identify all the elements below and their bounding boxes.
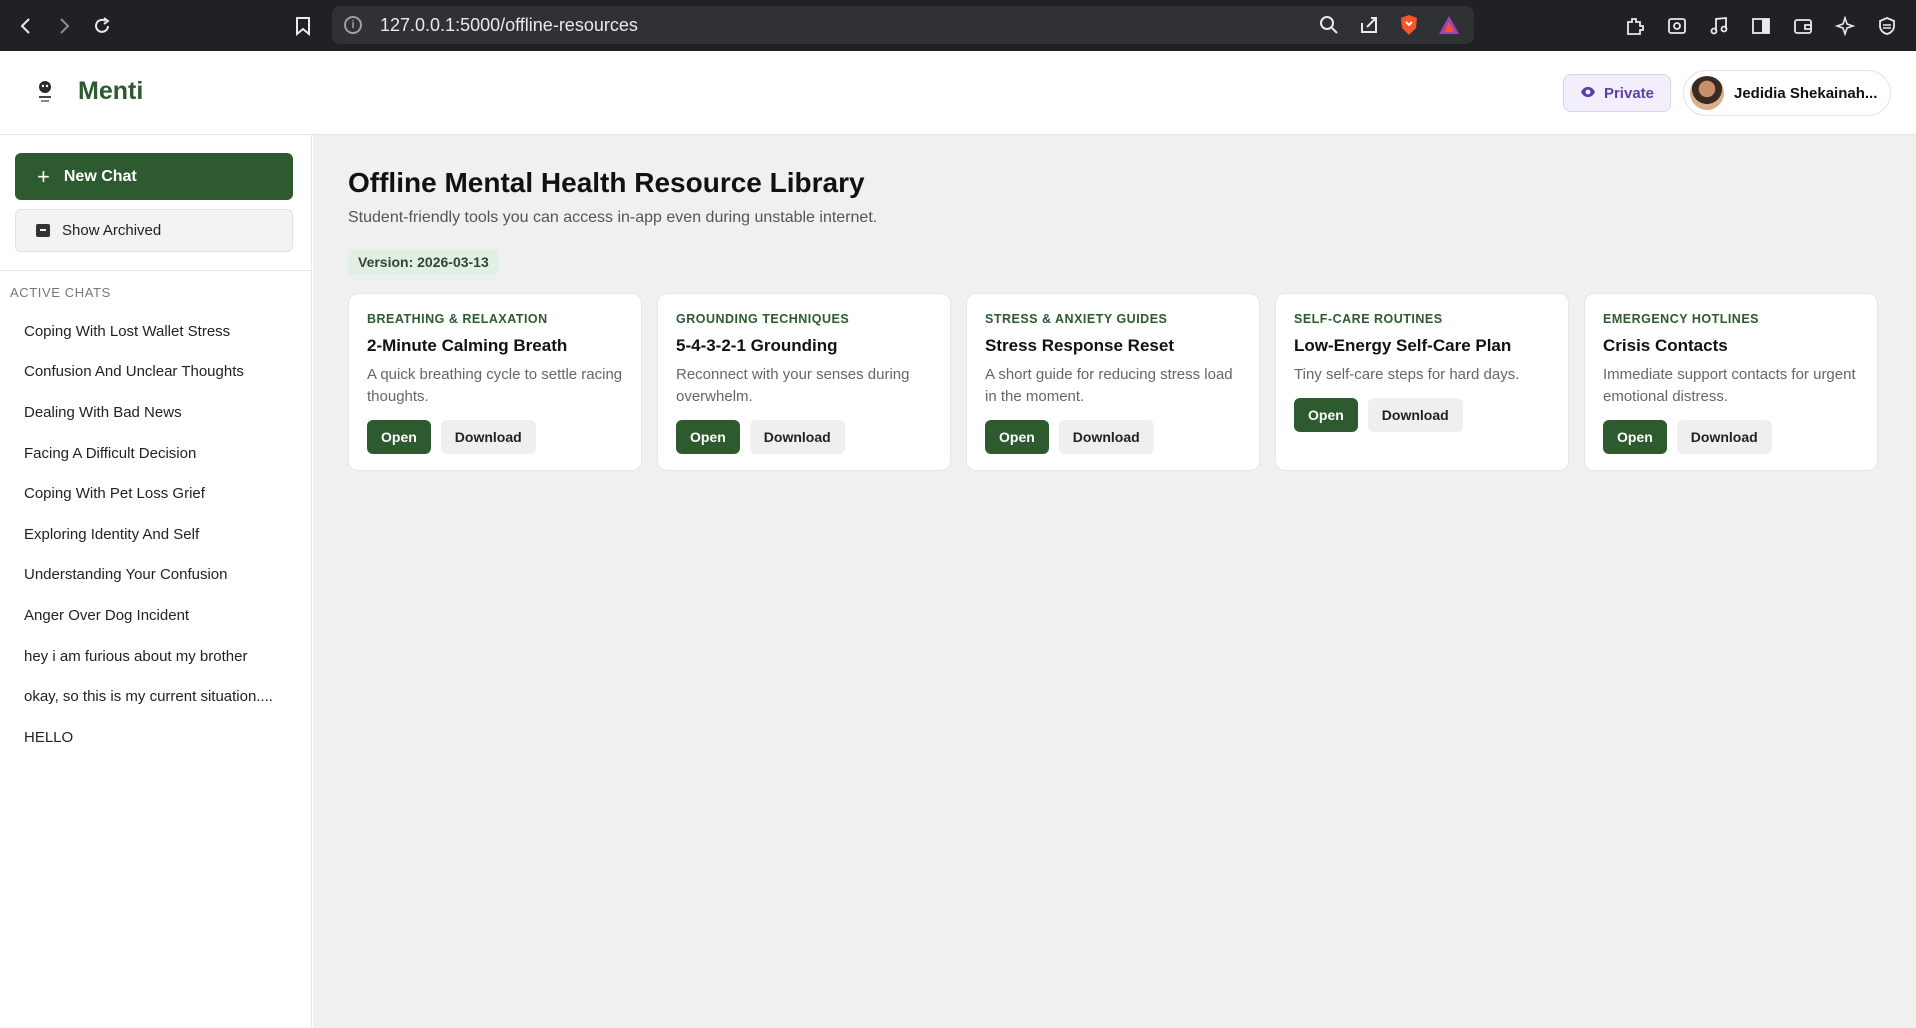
card-category: GROUNDING TECHNIQUES	[676, 312, 850, 326]
new-chat-button[interactable]: + New Chat	[15, 153, 293, 200]
resource-card: GROUNDING TECHNIQUES 5-4-3-2-1 Grounding…	[657, 293, 951, 471]
private-label: Private	[1603, 84, 1655, 102]
download-button[interactable]: Download	[440, 420, 536, 454]
resource-card: BREATHING & RELAXATION 2-Minute Calming …	[348, 293, 642, 471]
card-title: Low-Energy Self-Care Plan	[1294, 336, 1512, 355]
open-button[interactable]: Open	[1603, 420, 1667, 454]
download-button[interactable]: Download	[1676, 420, 1772, 454]
show-archived-button[interactable]: Show Archived	[15, 209, 293, 252]
chat-list-item[interactable]: Dealing With Bad News	[24, 392, 294, 433]
open-button[interactable]: Open	[985, 420, 1049, 454]
menti-logo-icon	[34, 79, 56, 105]
download-button[interactable]: Download	[749, 420, 845, 454]
open-button[interactable]: Open	[676, 420, 740, 454]
card-actions: Open Download	[676, 420, 932, 454]
download-button[interactable]: Download	[1058, 420, 1154, 454]
user-name: Jedidia Shekainah...	[1734, 84, 1878, 102]
card-category: EMERGENCY HOTLINES	[1603, 312, 1760, 326]
media-icon[interactable]	[1708, 15, 1730, 37]
extensions-icon[interactable]	[1624, 15, 1646, 37]
card-description: Tiny self-care steps for hard days.	[1294, 366, 1520, 383]
chat-list-item[interactable]: Understanding Your Confusion	[24, 555, 294, 596]
wallet-icon[interactable]	[1792, 15, 1814, 37]
toolbar-actions	[1624, 0, 1898, 51]
main-content: Offline Mental Health Resource Library S…	[313, 135, 1916, 1028]
forward-arrow-icon[interactable]	[46, 8, 82, 44]
app-header: Menti Private Jedidia Shekainah...	[0, 51, 1916, 135]
chat-list-item[interactable]: okay, so this is my current situation...…	[24, 676, 294, 717]
vpn-icon[interactable]	[1876, 15, 1898, 37]
user-menu-button[interactable]: Jedidia Shekainah...	[1683, 70, 1891, 116]
plus-icon: +	[37, 163, 50, 189]
resource-card: SELF-CARE ROUTINES Low-Energy Self-Care …	[1275, 293, 1569, 471]
card-title: Stress Response Reset	[985, 336, 1174, 355]
show-archived-label: Show Archived	[62, 222, 162, 239]
brave-rewards-icon[interactable]	[1438, 14, 1460, 36]
page-title: Offline Mental Health Resource Library	[348, 167, 865, 198]
resource-card: EMERGENCY HOTLINES Crisis Contacts Immed…	[1584, 293, 1878, 471]
card-title: 5-4-3-2-1 Grounding	[676, 336, 838, 355]
new-chat-label: New Chat	[63, 167, 137, 185]
card-actions: Open Download	[367, 420, 623, 454]
version-badge: Version: 2026-03-13	[348, 249, 499, 275]
resource-cards: BREATHING & RELAXATION 2-Minute Calming …	[348, 293, 1878, 471]
reload-icon[interactable]	[84, 8, 120, 44]
chat-list-item[interactable]: Coping With Pet Loss Grief	[24, 473, 294, 514]
archive-icon	[36, 224, 50, 237]
card-category: SELF-CARE ROUTINES	[1294, 312, 1443, 326]
card-title: 2-Minute Calming Breath	[367, 336, 568, 355]
sidebar-divider	[0, 270, 311, 271]
private-mode-button[interactable]: Private	[1563, 74, 1671, 112]
chat-list-item[interactable]: HELLO	[24, 717, 294, 758]
avatar	[1690, 76, 1724, 110]
address-bar[interactable]: i 127.0.0.1:5000/offline-resources	[332, 6, 1474, 44]
card-description: Reconnect with your senses during overwh…	[676, 366, 910, 405]
card-actions: Open Download	[1603, 420, 1859, 454]
card-description: A short guide for reducing stress load i…	[985, 366, 1233, 405]
chat-list-item[interactable]: Anger Over Dog Incident	[24, 595, 294, 636]
eye-icon	[1580, 85, 1596, 102]
url-text[interactable]: 127.0.0.1:5000/offline-resources	[380, 15, 638, 36]
sidebar-icon[interactable]	[1750, 15, 1772, 37]
page-subtitle: Student-friendly tools you can access in…	[348, 209, 878, 226]
chat-list-item[interactable]: Exploring Identity And Self	[24, 514, 294, 555]
section-title-active-chats: ACTIVE CHATS	[10, 285, 111, 300]
brand-name[interactable]: Menti	[78, 77, 143, 106]
browser-nav	[8, 8, 120, 44]
card-description: Immediate support contacts for urgent em…	[1603, 366, 1856, 405]
resource-card: STRESS & ANXIETY GUIDES Stress Response …	[966, 293, 1260, 471]
card-category: STRESS & ANXIETY GUIDES	[985, 312, 1168, 326]
card-description: A quick breathing cycle to settle racing…	[367, 366, 623, 405]
share-icon[interactable]	[1358, 14, 1380, 36]
open-button[interactable]: Open	[367, 420, 431, 454]
bookmark-icon[interactable]	[290, 12, 316, 40]
site-info-icon[interactable]: i	[344, 16, 362, 34]
chat-list-item[interactable]: Facing A Difficult Decision	[24, 433, 294, 474]
chat-list-item[interactable]: hey i am furious about my brother	[24, 636, 294, 677]
card-category: BREATHING & RELAXATION	[367, 312, 548, 326]
brave-shield-icon[interactable]	[1398, 14, 1420, 36]
browser-toolbar: i 127.0.0.1:5000/offline-resources	[0, 0, 1916, 51]
chat-list: Coping With Lost Wallet Stress Confusion…	[24, 311, 294, 758]
download-button[interactable]: Download	[1367, 398, 1463, 432]
zoom-icon[interactable]	[1318, 14, 1340, 36]
chat-list-item[interactable]: Confusion And Unclear Thoughts	[24, 352, 294, 393]
card-title: Crisis Contacts	[1603, 336, 1728, 355]
open-button[interactable]: Open	[1294, 398, 1358, 432]
sidebar: + New Chat Show Archived ACTIVE CHATS Co…	[0, 135, 312, 1028]
back-arrow-icon[interactable]	[8, 8, 44, 44]
leo-ai-icon[interactable]	[1834, 15, 1856, 37]
address-bar-actions	[1318, 6, 1460, 44]
chat-list-item[interactable]: Coping With Lost Wallet Stress	[24, 311, 294, 352]
card-actions: Open Download	[1294, 398, 1550, 432]
screenshot-icon[interactable]	[1666, 15, 1688, 37]
card-actions: Open Download	[985, 420, 1241, 454]
